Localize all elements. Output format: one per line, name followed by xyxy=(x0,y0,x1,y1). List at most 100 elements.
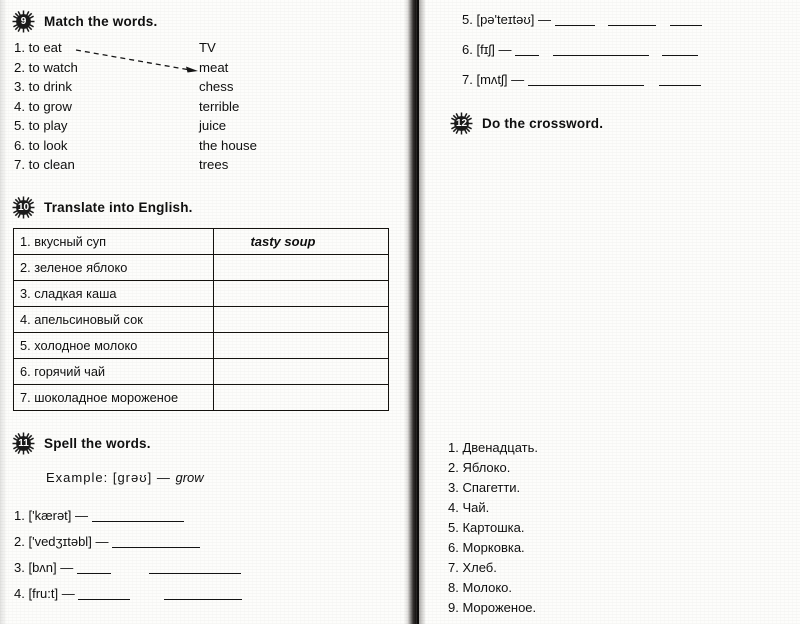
example-label: Example: xyxy=(46,470,109,485)
exercise-number: 12 xyxy=(455,117,468,129)
translate-answer[interactable] xyxy=(213,358,389,385)
clue-item: 7. Хлеб. xyxy=(448,560,497,575)
match-left-item[interactable]: 7. to clean xyxy=(14,157,78,177)
table-row: 2. зеленое яблоко xyxy=(12,254,389,281)
exercise-number-badge-icon: 9 xyxy=(12,10,35,33)
exercise-9-heading: 9 Match the words. xyxy=(12,10,157,33)
answer-blank[interactable] xyxy=(527,85,644,86)
item-ipa: [fɪʃ] xyxy=(476,42,495,57)
match-left-item[interactable]: 3. to drink xyxy=(14,79,78,99)
example-dash: — xyxy=(156,470,171,485)
right-column: 5. [pə'teɪtəʊ] — 6. [fɪʃ] — 7. [mʌtʃ] — xyxy=(426,0,800,624)
translate-table: 1. вкусный суп tasty soup 2. зеленое ябл… xyxy=(12,228,389,411)
answer-blank[interactable] xyxy=(515,55,540,56)
workbook-page: 9 Match the words. 1. to eat 2. to watch… xyxy=(0,0,800,624)
exercise-number-badge-icon: 11 xyxy=(12,432,35,455)
translate-source: 6. горячий чай xyxy=(12,358,215,385)
match-left-item[interactable]: 2. to watch xyxy=(14,60,78,80)
answer-blank[interactable] xyxy=(554,25,595,26)
clue-item: 5. Картошка. xyxy=(448,520,525,535)
answer-blank[interactable] xyxy=(78,599,131,600)
exercise-title: Spell the words. xyxy=(44,436,151,451)
table-row: 3. сладкая каша xyxy=(12,280,389,307)
exercise-12-heading: 12 Do the crossword. xyxy=(450,112,603,135)
answer-blank[interactable] xyxy=(91,521,184,522)
clue-item: 9. Мороженое. xyxy=(448,600,537,615)
translate-answer[interactable] xyxy=(213,332,389,359)
answer-blank[interactable] xyxy=(659,85,702,86)
exercise-title: Do the crossword. xyxy=(482,116,604,131)
item-dash: — xyxy=(511,72,525,87)
translate-source: 7. шоколадное мороженое xyxy=(12,384,215,411)
translate-source: 2. зеленое яблоко xyxy=(12,254,215,281)
spell-item: 5. [pə'teɪtəʊ] — xyxy=(462,12,702,27)
exercise-number: 9 xyxy=(20,15,27,27)
match-left-item[interactable]: 6. to look xyxy=(14,138,78,158)
left-column: 9 Match the words. 1. to eat 2. to watch… xyxy=(0,0,404,624)
item-dash: — xyxy=(95,534,109,549)
spell-item: 2. ['vedʒɪtəbl] — xyxy=(14,534,201,549)
item-ipa: [mʌtʃ] xyxy=(476,72,508,87)
table-row: 5. холодное молоко xyxy=(12,332,389,359)
match-right-item[interactable]: trees xyxy=(199,157,257,177)
item-ipa: [pə'teɪtəʊ] xyxy=(476,12,535,27)
match-left-item[interactable]: 5. to play xyxy=(14,118,78,138)
match-right-item[interactable]: TV xyxy=(199,40,257,60)
exercise-number-badge-icon: 10 xyxy=(12,196,35,219)
match-left-item[interactable]: 4. to grow xyxy=(14,99,78,119)
translate-answer[interactable] xyxy=(213,384,389,411)
example-ipa: [grəʊ] xyxy=(112,470,153,485)
item-dash: — xyxy=(61,586,75,601)
match-left-item[interactable]: 1. to eat xyxy=(14,40,78,60)
translate-answer[interactable] xyxy=(213,280,389,307)
clue-item: 8. Молоко. xyxy=(448,580,513,595)
spell-item: 3. [bʌn] — xyxy=(14,560,241,575)
match-right-item[interactable]: juice xyxy=(199,118,257,138)
clue-item: 6. Морковка. xyxy=(448,540,525,555)
match-left-column: 1. to eat 2. to watch 3. to drink 4. to … xyxy=(14,40,78,177)
translate-answer[interactable]: tasty soup xyxy=(213,228,389,255)
exercise-title: Match the words. xyxy=(44,14,158,29)
item-dash: — xyxy=(537,12,551,27)
answer-blank[interactable] xyxy=(112,547,201,548)
spell-item: 7. [mʌtʃ] — xyxy=(462,72,702,87)
answer-blank[interactable] xyxy=(552,55,649,56)
item-number: 2. xyxy=(14,534,25,549)
example-word: grow xyxy=(175,470,204,485)
answer-blank[interactable] xyxy=(163,599,242,600)
item-number: 4. xyxy=(14,586,25,601)
match-right-item[interactable]: meat xyxy=(199,60,257,80)
translate-source: 1. вкусный суп xyxy=(12,228,215,255)
translate-answer[interactable] xyxy=(213,306,389,333)
answer-blank[interactable] xyxy=(76,573,111,574)
item-dash: — xyxy=(60,560,74,575)
clue-item: 1. Двенадцать. xyxy=(448,440,538,455)
translate-source: 3. сладкая каша xyxy=(12,280,215,307)
item-number: 6. xyxy=(462,42,473,57)
exercise-number: 10 xyxy=(17,201,30,213)
clue-item: 2. Яблоко. xyxy=(448,460,511,475)
translate-source: 5. холодное молоко xyxy=(12,332,215,359)
answer-blank[interactable] xyxy=(669,25,702,26)
table-row: 7. шоколадное мороженое xyxy=(12,384,389,411)
exercise-number-badge-icon: 12 xyxy=(450,112,473,135)
translate-answer[interactable] xyxy=(213,254,389,281)
clue-item: 4. Чай. xyxy=(448,500,490,515)
answer-blank[interactable] xyxy=(662,55,699,56)
item-ipa: ['vedʒɪtəbl] xyxy=(28,534,92,549)
spell-example: Example: [grəʊ] — grow xyxy=(46,470,204,485)
spell-item: 1. ['kærət] — xyxy=(14,508,184,523)
item-number: 5. xyxy=(462,12,473,27)
book-gutter-divider xyxy=(404,0,426,624)
answer-blank[interactable] xyxy=(608,25,657,26)
item-number: 1. xyxy=(14,508,25,523)
exercise-10-heading: 10 Translate into English. xyxy=(12,196,193,219)
item-ipa: ['kærət] xyxy=(28,508,72,523)
match-right-item[interactable]: the house xyxy=(199,138,257,158)
table-row: 4. апельсиновый сок xyxy=(12,306,389,333)
match-right-item[interactable]: chess xyxy=(199,79,257,99)
item-number: 7. xyxy=(462,72,473,87)
spell-item: 4. [fru:t] — xyxy=(14,586,242,601)
answer-blank[interactable] xyxy=(148,573,241,574)
match-right-item[interactable]: terrible xyxy=(199,99,257,119)
